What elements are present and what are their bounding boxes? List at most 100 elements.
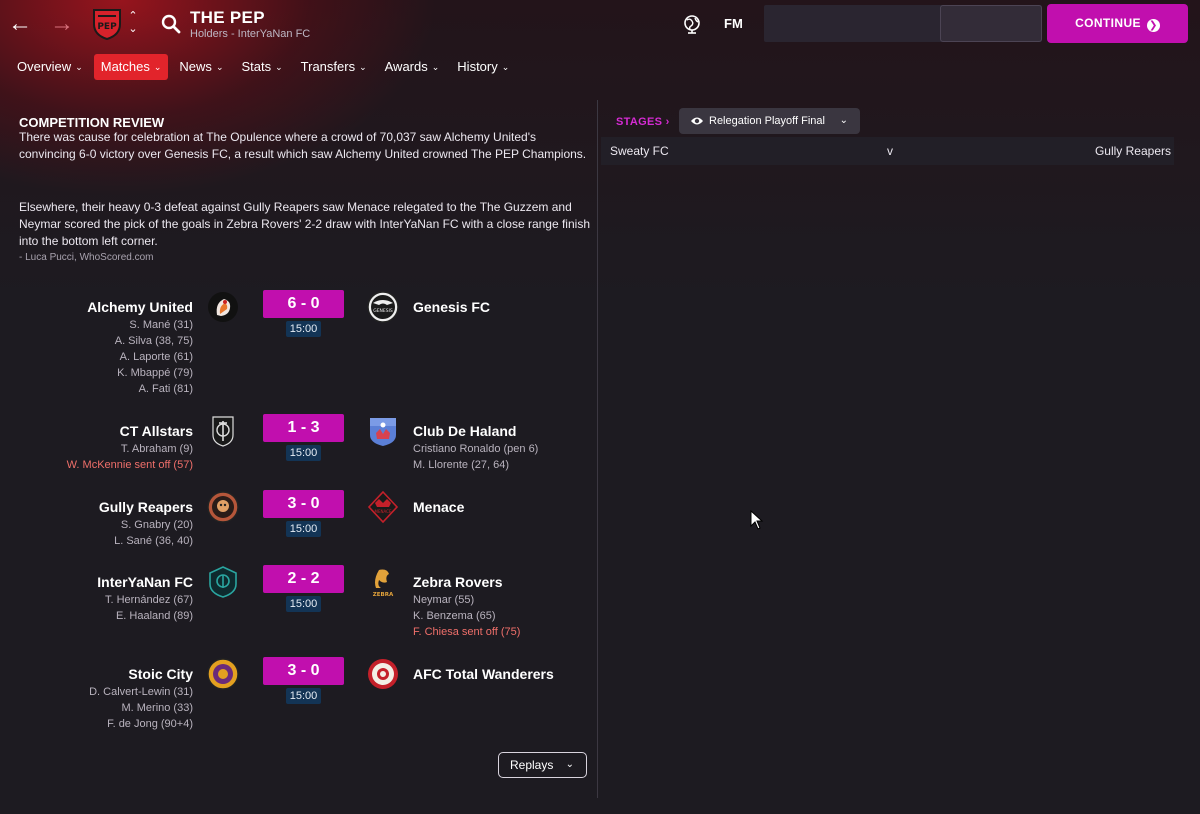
page-title: THE PEP [190, 8, 265, 27]
scorer: Cristiano Ronaldo (pen 6) [413, 443, 539, 455]
stage-away-team[interactable]: Gully Reapers [1095, 144, 1171, 158]
scorer: F. de Jong (90+4) [107, 718, 193, 730]
home-team-name[interactable]: Gully Reapers [99, 499, 193, 515]
home-team-name[interactable]: Stoic City [128, 666, 193, 682]
svg-text:PEP: PEP [97, 22, 117, 32]
home-team-badge-icon [208, 292, 238, 322]
match-score[interactable]: 6 - 0 [263, 290, 344, 318]
review-author: - Luca Pucci, WhoScored.com [19, 252, 154, 263]
away-team-badge-icon [368, 659, 398, 689]
scorer: S. Gnabry (20) [120, 519, 193, 531]
kickoff-time: 15:00 [286, 321, 321, 337]
tab-overview[interactable]: Overview ⌄ [10, 54, 90, 80]
away-team-name[interactable]: Zebra Rovers [413, 574, 502, 590]
tab-bar: Overview ⌄ Matches ⌄ News ⌄ Stats ⌄ Transfer… [10, 54, 516, 80]
away-team-name[interactable]: Club De Haland [413, 423, 516, 439]
chevron-down-icon: ⌄ [431, 62, 440, 72]
tab-matches[interactable]: Matches ⌄ [93, 54, 169, 80]
home-team-badge-icon [207, 491, 239, 523]
scorer: D. Calvert-Lewin (31) [89, 686, 193, 698]
away-team-badge-icon: MENACE [367, 491, 399, 523]
tab-label: Stats [241, 59, 272, 74]
chevron-down-icon: ⌄ [275, 62, 283, 72]
home-team-badge-icon [207, 658, 239, 690]
scorer: L. Sané (36, 40) [114, 535, 193, 547]
sent-off: W. McKennie sent off (57) [66, 459, 193, 471]
scorer: A. Laporte (61) [119, 351, 193, 363]
notification-slot[interactable] [940, 5, 1042, 42]
away-team-name[interactable]: Genesis FC [413, 299, 490, 315]
stage-match-row[interactable]: Sweaty FC v Gully Reapers [601, 137, 1174, 165]
tab-label: Overview [17, 59, 72, 74]
stage-dropdown[interactable]: Relegation Playoff Final ⌄ [679, 108, 860, 134]
home-team-badge-icon [209, 566, 237, 598]
scorer: K. Mbappé (79) [117, 367, 193, 379]
svg-text:GENESIS: GENESIS [373, 308, 393, 314]
home-team-name[interactable]: CT Allstars [120, 423, 193, 439]
away-scorers: Neymar (55) K. Benzema (65) F. Chiesa se… [413, 592, 520, 640]
chevron-down-icon: ⌄ [359, 62, 367, 72]
kickoff-time: 15:00 [286, 688, 321, 704]
away-team-name[interactable]: Menace [413, 499, 464, 515]
tab-transfers[interactable]: Transfers ⌄ [294, 54, 374, 80]
replays-button[interactable]: Replays ⌄ [498, 752, 587, 778]
match-score[interactable]: 2 - 2 [263, 565, 344, 593]
home-scorers: T. Abraham (9) W. McKennie sent off (57) [67, 441, 193, 473]
home-scorers: S. Gnabry (20) L. Sané (36, 40) [114, 517, 193, 549]
scorer: K. Benzema (65) [413, 610, 496, 622]
tab-news[interactable]: News ⌄ [172, 54, 230, 80]
globe-icon[interactable] [682, 14, 702, 34]
tab-history[interactable]: History ⌄ [450, 54, 516, 80]
tab-awards[interactable]: Awards ⌄ [378, 54, 447, 80]
home-scorers: T. Hernández (67) E. Haaland (89) [105, 592, 193, 624]
home-scorers: D. Calvert-Lewin (31) M. Merino (33) F. … [89, 684, 193, 732]
notification-area [764, 5, 1042, 42]
home-team-name[interactable]: InterYaNan FC [97, 574, 193, 590]
home-team-name[interactable]: Alchemy United [87, 299, 193, 315]
chevron-down-icon: ⌄ [75, 62, 83, 72]
top-bar: ← → PEP ⌃ ⌄ THE PEP Holders - InterYaNan … [0, 0, 1200, 48]
chevron-down-icon: ⌄ [215, 62, 224, 72]
scorer: A. Fati (81) [138, 383, 193, 395]
scorer: T. Abraham (9) [120, 443, 193, 455]
match-score[interactable]: 3 - 0 [263, 657, 344, 685]
chevron-down-icon: ⌄ [565, 759, 574, 770]
scorer: A. Silva (38, 75) [114, 335, 193, 347]
kickoff-time: 15:00 [286, 521, 321, 537]
forward-arrow-icon[interactable]: → [50, 10, 74, 38]
away-team-badge-icon: GENESIS [367, 291, 399, 323]
scorer: T. Hernández (67) [104, 594, 193, 606]
stages-link[interactable]: STAGES › [616, 116, 670, 128]
match-score[interactable]: 3 - 0 [263, 490, 344, 518]
scorer: M. Merino (33) [121, 702, 193, 714]
kickoff-time: 15:00 [286, 445, 321, 461]
scorer: S. Mané (31) [129, 319, 193, 331]
tab-label: News [179, 59, 212, 74]
scorer: M. Llorente (27, 64) [413, 459, 509, 471]
tab-label: Awards [384, 59, 428, 74]
page-subtitle: Holders - InterYaNan FC [190, 28, 311, 40]
competition-logo-icon[interactable]: PEP [92, 8, 122, 40]
chevron-down-icon: ⌄ [153, 62, 162, 72]
search-icon[interactable] [160, 13, 182, 35]
away-team-name[interactable]: AFC Total Wanderers [413, 666, 554, 682]
mouse-cursor-icon [750, 510, 764, 530]
chevron-down-icon: ⌄ [839, 115, 848, 126]
switch-competition-icon[interactable]: ⌃ ⌄ [126, 10, 140, 38]
review-paragraph: Elsewhere, their heavy 0-3 defeat agains… [19, 200, 590, 248]
stage-versus: v [887, 144, 893, 158]
home-team-badge-icon [212, 416, 234, 447]
away-team-badge-icon: ZEBRA [373, 569, 394, 598]
tab-label: Transfers [300, 59, 356, 74]
scorer: Neymar (55) [413, 594, 475, 606]
continue-button[interactable]: CONTINUE ❯ [1047, 4, 1188, 43]
tab-label: Matches [100, 59, 150, 74]
kickoff-time: 15:00 [286, 596, 321, 612]
match-score[interactable]: 1 - 3 [263, 414, 344, 442]
back-arrow-icon[interactable]: ← [8, 10, 32, 38]
home-scorers: S. Mané (31) A. Silva (38, 75) A. Laport… [115, 317, 193, 397]
tab-stats[interactable]: Stats ⌄ [234, 54, 289, 80]
fm-menu-button[interactable]: FM [724, 16, 743, 31]
stage-home-team[interactable]: Sweaty FC [610, 144, 669, 158]
sent-off: F. Chiesa sent off (75) [413, 626, 521, 638]
